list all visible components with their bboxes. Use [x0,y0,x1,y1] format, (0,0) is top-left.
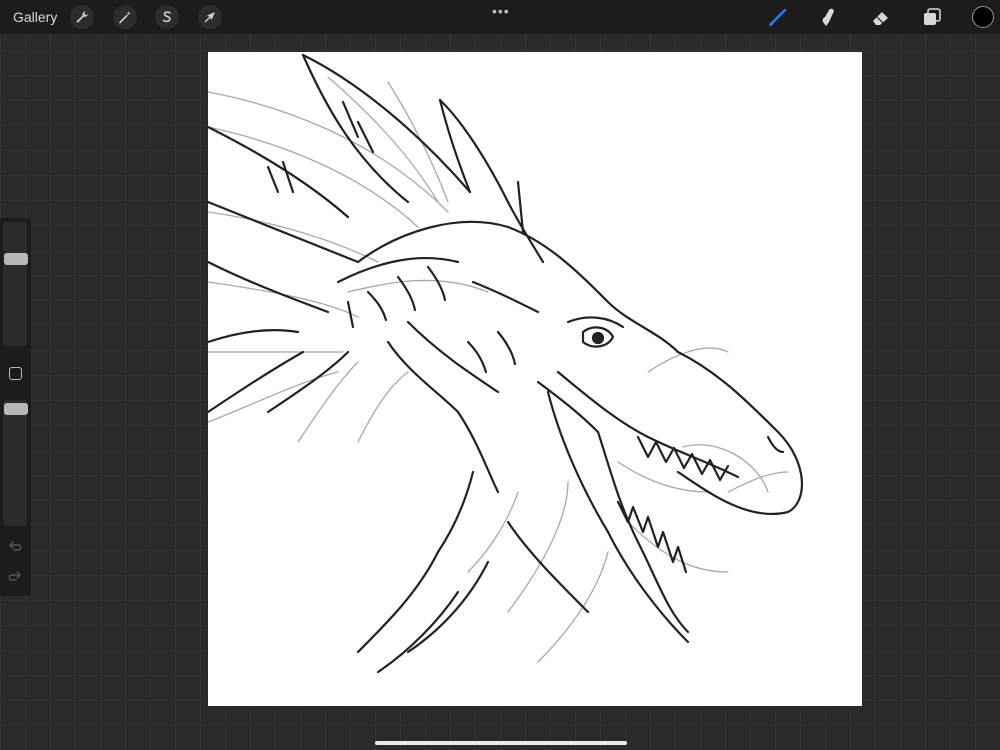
layers-button[interactable] [919,5,945,29]
brush-size-slider[interactable] [3,222,27,346]
adjustments-button[interactable] [113,5,137,29]
dragon-head-sketch [208,53,804,674]
layers-icon [924,8,941,25]
eraser-tool-button[interactable] [868,5,894,29]
color-picker-button[interactable] [972,6,994,28]
undo-arrow-icon [9,541,22,551]
opacity-slider[interactable] [3,400,27,526]
gallery-button[interactable]: Gallery [13,9,57,25]
brush-size-thumb[interactable] [4,253,28,266]
top-toolbar: Gallery ••• [0,0,1000,34]
magic-wand-icon [119,11,131,24]
redo-button[interactable] [7,570,23,589]
modify-button[interactable] [9,367,22,380]
drawing-canvas[interactable] [208,52,862,706]
undo-button[interactable] [7,540,23,559]
selection-s-icon [162,11,171,23]
actions-button[interactable] [70,5,94,29]
more-options-button[interactable]: ••• [492,3,510,19]
selection-button[interactable] [155,5,179,29]
brush-tool-button[interactable] [765,5,791,29]
smudge-tool-button[interactable] [816,5,842,29]
left-sidebar [0,218,31,596]
eraser-icon [873,12,888,25]
opacity-thumb[interactable] [4,403,28,416]
wrench-icon [76,11,88,23]
transform-arrow-icon [204,12,215,23]
redo-arrow-icon [8,571,21,581]
smudge-icon [822,8,834,26]
brush-icon [769,8,787,26]
home-indicator[interactable] [375,741,627,745]
transform-button[interactable] [198,5,222,29]
